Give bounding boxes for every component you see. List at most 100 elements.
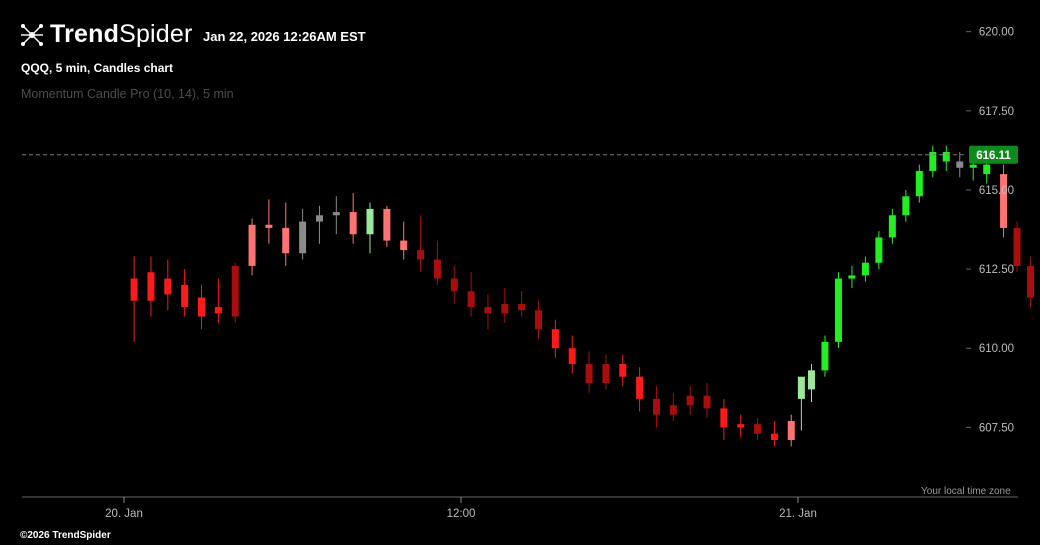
candle-body [821, 341, 829, 371]
candlestick-chart[interactable]: 620.00 617.50 615.00 612.50 610.00 607.50 20.… [0, 0, 1040, 545]
candle [214, 278, 222, 323]
candle [585, 351, 593, 393]
candle [652, 386, 660, 428]
brand-light: Spider [119, 20, 193, 48]
candle-body [669, 405, 677, 415]
candle-body [1013, 227, 1021, 266]
candle-body [535, 310, 543, 330]
candle [834, 272, 842, 349]
y-tick-label: 607.50 [979, 422, 1014, 434]
candle [467, 272, 475, 317]
candle-body [417, 250, 425, 260]
candle-body [433, 259, 441, 279]
candle-body [1000, 174, 1008, 228]
candle-body [164, 278, 172, 295]
candle-body [383, 208, 391, 241]
candle-body [366, 208, 374, 235]
candle [315, 205, 323, 244]
brand-wordmark: TrendSpider [50, 20, 193, 49]
candle [902, 189, 910, 222]
timestamp: Jan 22, 2026 12:26AM EST [203, 29, 366, 44]
candle [147, 256, 155, 317]
y-tick-label: 610.00 [979, 343, 1014, 355]
candle-body [299, 221, 307, 254]
candle-body [754, 424, 762, 434]
candle-body [585, 364, 593, 384]
candle [501, 288, 509, 323]
candle [929, 145, 937, 178]
candle [720, 398, 728, 441]
candle-body [332, 212, 340, 216]
y-tick-label: 612.50 [979, 264, 1014, 276]
y-tick-label: 615.00 [979, 185, 1014, 197]
y-tick-label: 620.00 [979, 27, 1014, 39]
indicator-label: Momentum Candle Pro (10, 14), 5 min [21, 87, 234, 101]
candle [248, 218, 256, 276]
candle [551, 319, 559, 358]
candle-body [875, 237, 883, 263]
candle [875, 231, 883, 270]
brand: TrendSpider [18, 20, 193, 49]
brand-bold: Trend [50, 20, 120, 48]
candle-body [315, 215, 323, 222]
candle [282, 202, 290, 266]
candle-body [518, 303, 526, 311]
candle-body [787, 421, 795, 441]
candle-body [214, 307, 222, 314]
candle-body [720, 408, 728, 428]
candle-body [888, 215, 896, 238]
candle-body [969, 164, 977, 168]
x-axis: 20. Jan12:0021. Jan12:0022. Jan12:00 [105, 497, 817, 520]
candle [518, 291, 526, 317]
candle-body [834, 278, 842, 342]
candle [181, 269, 189, 317]
candle-body [602, 364, 610, 384]
candle-body [248, 224, 256, 266]
candle [535, 300, 543, 339]
candle [915, 164, 923, 203]
candle [737, 414, 745, 437]
candle-body [551, 329, 559, 349]
candle [1027, 256, 1035, 308]
candle-body [450, 278, 458, 292]
candle [754, 417, 762, 441]
candle-body [231, 265, 239, 317]
candle [417, 215, 425, 273]
candle [349, 193, 357, 244]
candle [164, 259, 172, 311]
candle-body [770, 433, 778, 441]
x-tick-label: 21. Jan [779, 508, 817, 520]
candle-body [902, 196, 910, 216]
candle-body [349, 212, 357, 235]
trendspider-logo-icon [21, 23, 43, 46]
candle [821, 335, 829, 377]
candle-body [400, 240, 408, 251]
x-tick-label: 12:00 [447, 508, 476, 520]
candle-body [652, 398, 660, 415]
candle [366, 202, 374, 254]
candle [332, 196, 340, 235]
candle [484, 294, 492, 330]
candle-body [983, 164, 991, 175]
candle [265, 199, 273, 244]
candle-body [501, 303, 509, 314]
candle-body [198, 297, 206, 317]
current-price-badge: 616.11 [969, 145, 1018, 164]
candle [231, 262, 239, 323]
x-tick-label: 20. Jan [105, 508, 143, 520]
candle [669, 392, 677, 422]
candle [130, 256, 138, 342]
candle [1013, 221, 1021, 273]
candle-body [568, 348, 576, 365]
candle-body [619, 364, 627, 377]
candle [450, 265, 458, 304]
candle-body [942, 151, 950, 162]
candle [956, 151, 964, 178]
candle-body [282, 227, 290, 254]
candle-body [956, 161, 964, 168]
candle [433, 240, 441, 285]
candle [400, 221, 408, 260]
candle [861, 256, 869, 282]
candle-body [807, 370, 815, 390]
candle-body [861, 262, 869, 276]
